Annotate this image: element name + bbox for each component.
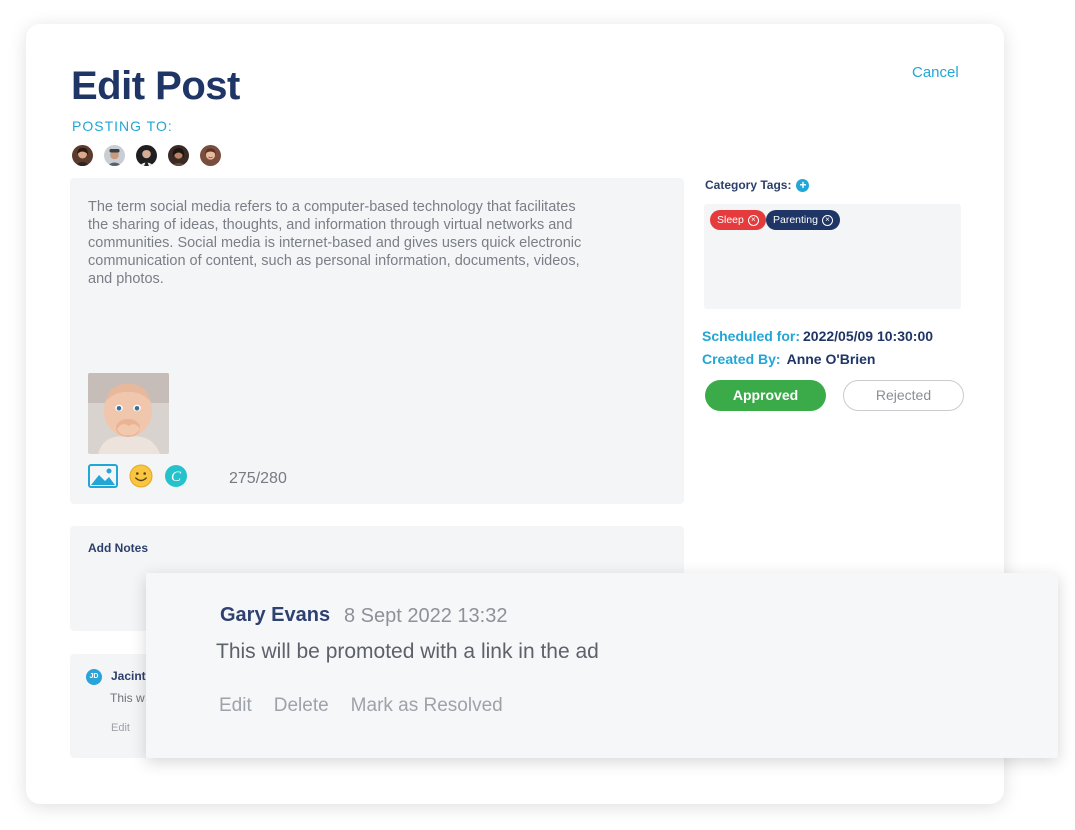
stage: Edit Post Cancel POSTING TO: The term so… (0, 0, 1075, 830)
created-by-row: Created By: Anne O'Brien (702, 351, 876, 367)
category-tags-label: Category Tags: (705, 178, 792, 192)
cancel-link[interactable]: Cancel (912, 64, 959, 81)
posting-to-label: POSTING TO: (72, 118, 173, 134)
baby-photo-icon[interactable] (88, 373, 169, 454)
remove-tag-icon[interactable]: × (747, 214, 759, 226)
add-notes-label: Add Notes (88, 541, 148, 555)
composer-toolbar: C 275/280 (88, 464, 287, 493)
avatar-woman-smile-icon[interactable] (200, 145, 221, 166)
emoji-icon[interactable] (129, 464, 153, 493)
commenter-name: Jacint (111, 669, 146, 683)
image-icon[interactable] (88, 464, 118, 493)
rejected-button[interactable]: Rejected (843, 380, 964, 411)
add-tag-icon[interactable]: + (796, 178, 810, 192)
post-text[interactable]: The term social media refers to a comput… (88, 198, 588, 288)
tag-label: Parenting (773, 214, 818, 226)
created-by-value: Anne O'Brien (786, 351, 876, 367)
comment-delete-button[interactable]: Delete (274, 695, 329, 717)
scheduled-for-value: 2022/05/09 10:30:00 (803, 328, 934, 344)
avatar-man-cap-icon[interactable] (104, 145, 125, 166)
comment-actions: Edit Delete Mark as Resolved (219, 695, 503, 717)
scheduled-for-label: Scheduled for: (702, 328, 801, 344)
approved-button[interactable]: Approved (705, 380, 826, 411)
comment-body: This will be promoted with a link in the… (216, 640, 599, 663)
category-tags-box[interactable]: Sleep × Parenting × (704, 204, 961, 309)
posting-to-avatars (72, 145, 221, 166)
character-counter: 275/280 (229, 469, 287, 487)
comment-popup: Gary Evans 8 Sept 2022 13:32 This will b… (146, 573, 1058, 758)
comment-edit-button[interactable]: Edit (219, 695, 252, 717)
tag-sleep[interactable]: Sleep × (710, 210, 766, 230)
comment-date: 8 Sept 2022 13:32 (344, 605, 508, 627)
comment-author: Gary Evans (220, 604, 331, 626)
comment-edit-link[interactable]: Edit (111, 722, 130, 734)
avatar-man-suit-icon[interactable] (136, 145, 157, 166)
avatar-woman-icon[interactable] (72, 145, 93, 166)
tag-label: Sleep (717, 214, 744, 226)
post-composer[interactable]: The term social media refers to a comput… (70, 178, 684, 504)
canva-icon[interactable]: C (164, 464, 188, 493)
created-by-label: Created By: (702, 351, 781, 367)
svg-text:C: C (171, 469, 182, 485)
page-title: Edit Post (71, 64, 240, 108)
commenter-initials-badge: JD (86, 669, 102, 685)
comment-text: This w (110, 691, 145, 705)
scheduled-for-row: Scheduled for: 2022/05/09 10:30:00 (702, 328, 933, 344)
remove-tag-icon[interactable]: × (821, 214, 833, 226)
tag-parenting[interactable]: Parenting × (766, 210, 840, 230)
mark-as-resolved-button[interactable]: Mark as Resolved (351, 695, 503, 717)
avatar-woman-dark-icon[interactable] (168, 145, 189, 166)
category-tags-header: Category Tags: + (705, 178, 810, 192)
